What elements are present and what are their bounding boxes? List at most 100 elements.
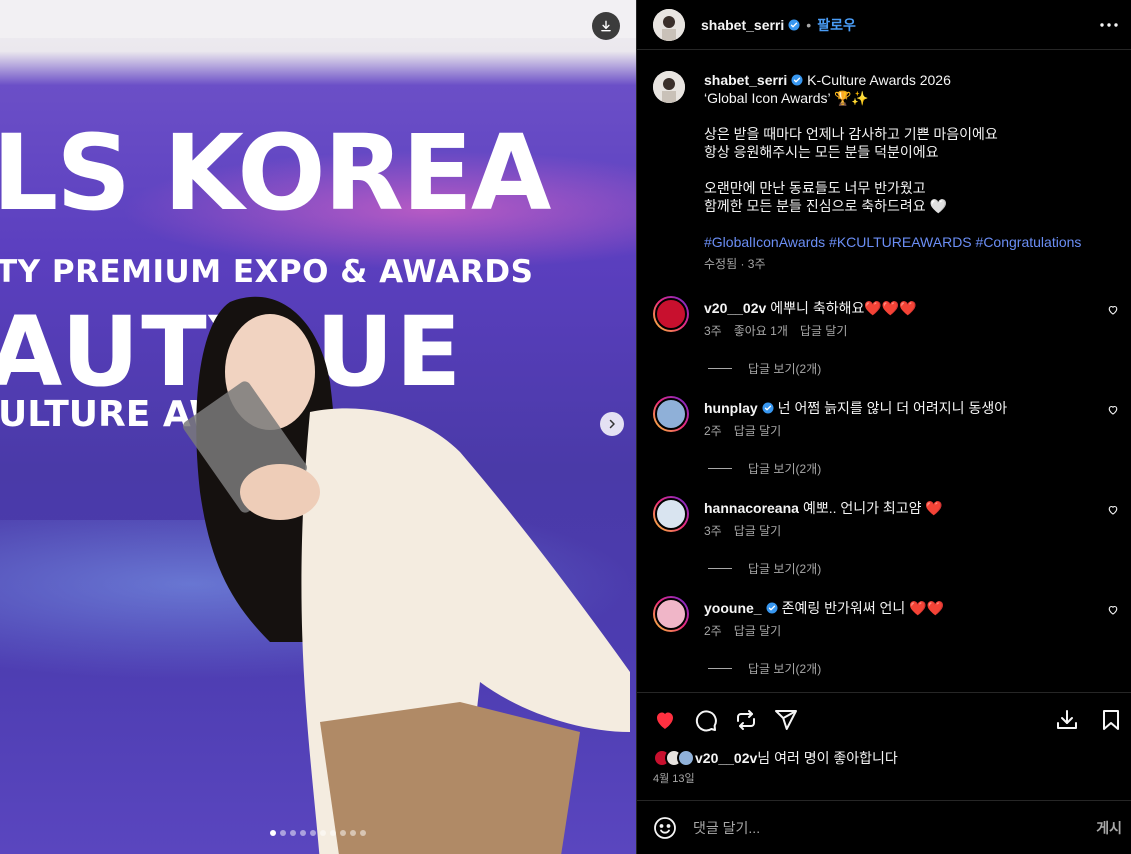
likes-summary[interactable]: v20__02v 님 여러 명이 좋아합니다 — [653, 748, 898, 768]
post-media[interactable]: LS KOREA TY PREMIUM EXPO & AWARDS AUTY U… — [0, 0, 636, 854]
liker-avatars — [653, 749, 695, 767]
share-icon[interactable] — [774, 708, 798, 732]
comments-scroll-area[interactable]: shabet_serri K-Culture Awards 2026 ‘Glob… — [637, 51, 1131, 693]
carousel-dot — [290, 830, 296, 836]
post-comment-button[interactable]: 게시 — [1096, 818, 1122, 838]
avatar[interactable] — [653, 496, 689, 532]
heart-icon[interactable] — [1107, 304, 1119, 316]
view-replies-label: 답글 보기(2개) — [748, 562, 822, 576]
reply-button[interactable]: 답글 달기 — [734, 524, 782, 538]
post-date: 4월 13일 — [653, 773, 695, 785]
reply-button[interactable]: 답글 달기 — [800, 324, 848, 338]
comment-time: 3주 — [704, 524, 722, 538]
view-replies-label: 답글 보기(2개) — [748, 362, 822, 376]
caption-line: ‘Global Icon Awards’ 🏆✨ — [704, 90, 869, 106]
view-replies-button[interactable]: 답글 보기(2개) — [708, 460, 821, 477]
caption-hashtags[interactable]: #GlobalIconAwards #KCULTUREAWARDS #Congr… — [704, 233, 1081, 251]
carousel-dot — [340, 830, 346, 836]
reply-button[interactable]: 답글 달기 — [734, 424, 782, 438]
verified-badge-icon — [762, 402, 774, 414]
comment-username[interactable]: hannacoreana — [704, 500, 799, 516]
likes-summary-user[interactable]: v20__02v — [695, 750, 757, 766]
comment-item: v20__02v 에뿌니 축하해요❤️❤️❤️ 3주 좋아요 1개 답글 달기답글 보기… — [653, 296, 1123, 396]
caption-username[interactable]: shabet_serri — [704, 72, 787, 88]
view-replies-button[interactable]: 답글 보기(2개) — [708, 660, 821, 677]
avatar — [677, 749, 695, 767]
comment-likes[interactable]: 좋아요 1개 — [734, 324, 788, 338]
comment-item: yooune_ 존예링 반가워써 언니 ❤️❤️ 2주 답글 달기 답글 보기(2개) — [653, 596, 1123, 692]
view-replies-label: 답글 보기(2개) — [748, 462, 822, 476]
comment-icon[interactable] — [694, 708, 718, 732]
comment-username[interactable]: yooune_ — [704, 600, 762, 616]
avatar[interactable] — [653, 596, 689, 632]
emoji-icon[interactable] — [653, 816, 677, 840]
comment-time: 2주 — [704, 624, 722, 638]
reply-button[interactable]: 답글 달기 — [734, 624, 782, 638]
caption-meta: 수정됨 · 3주 — [704, 257, 766, 271]
view-replies-label: 답글 보기(2개) — [748, 662, 822, 676]
more-options-button[interactable] — [1098, 14, 1120, 36]
view-replies-button[interactable]: 답글 보기(2개) — [708, 360, 821, 377]
reply-rule — [708, 668, 732, 669]
carousel-dot — [330, 830, 336, 836]
caption-line: 항상 응원해주시는 모든 분들 덕분이에요 — [704, 144, 939, 160]
carousel-indicator — [0, 830, 636, 836]
comment-input[interactable]: 댓글 달기... — [693, 818, 1053, 838]
heart-icon[interactable] — [653, 708, 677, 732]
comment-text: 에뿌니 축하해요❤️❤️❤️ — [770, 300, 917, 316]
comment-item: hunplay 넌 어쩜 늙지를 않니 더 어려지니 동생아 2주 답글 달기답글 보… — [653, 396, 1123, 496]
verified-badge-icon — [788, 19, 800, 30]
comment-username[interactable]: v20__02v — [704, 300, 766, 316]
avatar[interactable] — [653, 296, 689, 332]
carousel-dot — [280, 830, 286, 836]
comment-text: 예뽀.. 언니가 최고얌 ❤️ — [802, 500, 943, 516]
poster-title: LS KOREA — [0, 112, 551, 234]
likes-summary-text: 님 여러 명이 좋아합니다 — [757, 750, 898, 766]
photo-subject — [183, 296, 630, 854]
carousel-dot — [360, 830, 366, 836]
verified-badge-icon — [766, 602, 778, 614]
action-bar — [637, 694, 1131, 744]
heart-icon[interactable] — [1107, 504, 1119, 516]
comment-text: 넌 어쩜 늙지를 않니 더 어려지니 동생아 — [777, 400, 1008, 416]
bookmark-icon[interactable] — [1099, 708, 1123, 732]
avatar[interactable] — [653, 396, 689, 432]
comment-time: 2주 — [704, 424, 722, 438]
repost-icon[interactable] — [734, 708, 758, 732]
comment-composer: 댓글 달기... 게시 — [637, 800, 1131, 854]
backdrop-top-band — [0, 0, 636, 38]
post-side-panel: shabet_serri • 팔로우 shabet_serri K-Cultur… — [636, 0, 1131, 854]
comment-username[interactable]: hunplay — [704, 400, 758, 416]
carousel-dot — [310, 830, 316, 836]
carousel-dot — [270, 830, 276, 836]
author-username[interactable]: shabet_serri — [701, 17, 784, 33]
heart-icon[interactable] — [1107, 404, 1119, 416]
carousel-dot — [300, 830, 306, 836]
post-caption: shabet_serri K-Culture Awards 2026 ‘Glob… — [653, 71, 1123, 273]
avatar[interactable] — [653, 71, 685, 103]
caption-line: 상은 받을 때마다 언제나 감사하고 기쁜 마음이에요 — [704, 126, 998, 142]
reply-rule — [708, 368, 732, 369]
comment-time: 3주 — [704, 324, 722, 338]
caption-line: K-Culture Awards 2026 — [807, 72, 951, 88]
download-button[interactable] — [592, 12, 620, 40]
caption-line: 함께한 모든 분들 진심으로 축하드려요 🤍 — [704, 198, 947, 214]
separator-dot: • — [806, 16, 812, 33]
more-icon — [1100, 23, 1118, 27]
carousel-dot — [350, 830, 356, 836]
view-replies-button[interactable]: 답글 보기(2개) — [708, 560, 821, 577]
verified-badge-icon — [791, 74, 803, 86]
save-post-icon[interactable] — [1055, 708, 1079, 732]
next-slide-button[interactable] — [600, 412, 624, 436]
avatar[interactable] — [653, 8, 685, 41]
caption-line: 오랜만에 만난 동료들도 너무 반가웠고 — [704, 180, 926, 196]
reply-rule — [708, 568, 732, 569]
reply-rule — [708, 468, 732, 469]
heart-icon[interactable] — [1107, 604, 1119, 616]
post-header: shabet_serri • 팔로우 — [637, 0, 1131, 50]
comment-item: hannacoreana 예뽀.. 언니가 최고얌 ❤️ 3주 답글 달기답글 보기(… — [653, 496, 1123, 596]
follow-button[interactable]: 팔로우 — [817, 15, 856, 35]
